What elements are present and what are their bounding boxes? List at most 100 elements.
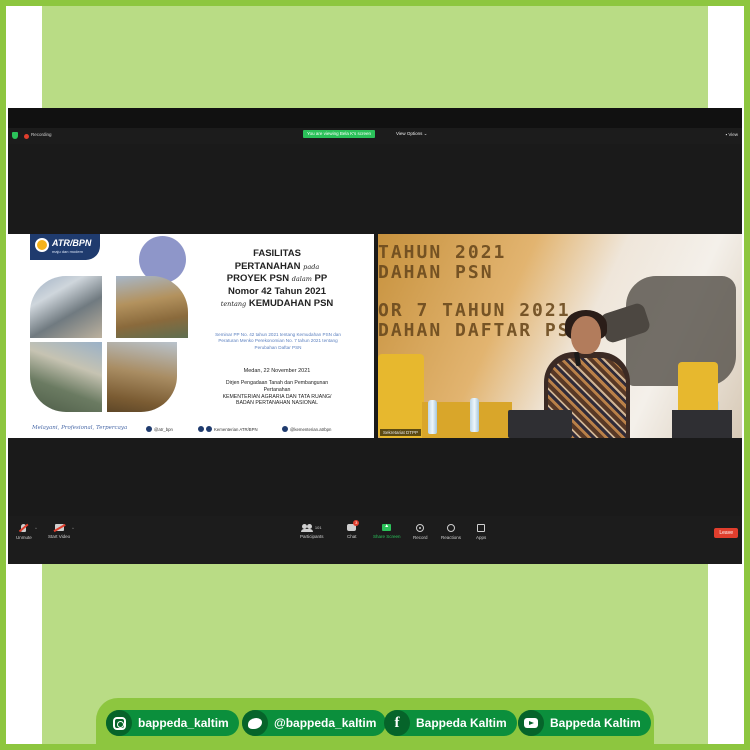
backdrop-text-3: OR 7 TAHUN 2021 [378, 300, 571, 321]
slide-social-facebook: Kementerian ATR/BPN [198, 426, 258, 432]
title-l2a: PERTANAHAN [234, 260, 301, 272]
recording-label: Recording [31, 132, 52, 137]
title-l2b: pada [303, 262, 320, 271]
twitter-icon-wrap [242, 710, 268, 736]
participants-icon-row: 101 [300, 524, 322, 532]
participants-button[interactable]: 101 Participants [300, 524, 324, 539]
backdrop-text-4: DAHAN DAFTAR PS [378, 320, 571, 341]
apps-label: Apps [476, 535, 487, 540]
youtube-icon [524, 718, 538, 728]
org-line-4: BADAN PERTANAHAN NASIONAL [236, 400, 318, 407]
instagram-link[interactable]: bappeda_kaltim [106, 710, 239, 736]
water-bottle [470, 398, 479, 432]
slide-date: Medan, 22 November 2021 [243, 368, 311, 374]
photo-construction [116, 276, 188, 338]
instagram-handle: bappeda_kaltim [138, 716, 229, 730]
org-line-3: KEMENTERIAN AGRARIA DAN TATA RUANG/ [222, 393, 332, 400]
speaker-video: TAHUN 2021 DAHAN PSN OR 7 TAHUN 2021 DAH… [378, 234, 742, 438]
title-l3c: PP [314, 273, 328, 284]
apps-button[interactable]: Apps [476, 524, 486, 540]
meeting-toolbar: Unmute ^ Start Video ^ 101 Participants … [8, 516, 742, 564]
share-screen-button[interactable]: Share Screen [373, 523, 401, 539]
speaker-face [571, 316, 601, 354]
logo-emblem-icon [35, 238, 49, 252]
view-options-button[interactable]: View Options ⌄ [392, 130, 431, 138]
slide-social-1: @atr_bpn [154, 426, 173, 432]
viewing-screen-banner: You are viewing Bela K's screen [303, 130, 375, 138]
title-l5b: KEMUDAHAN PSN [248, 298, 334, 309]
unmute-label: Unmute [16, 535, 32, 540]
logo-text: ATR/BPN [52, 238, 92, 248]
chat-button[interactable]: 3 Chat [347, 520, 360, 539]
laptop-right [672, 410, 732, 438]
twitter-link[interactable]: @bappeda_kaltim [242, 710, 387, 736]
title-line-5: tentang KEMUDAHAN PSN [190, 298, 364, 311]
slide-title: FASILITAS PERTANAHAN pada PROYEK PSN dal… [190, 248, 364, 311]
atr-bpn-logo: ATR/BPN maju dan modern [30, 234, 100, 260]
chat-icon: 3 [347, 520, 360, 531]
slide-social-instagram: @kementerian.atrbpn [282, 426, 331, 432]
zoom-top-band [8, 108, 742, 128]
chat-badge: 3 [353, 520, 360, 526]
share-screen-label: Share Screen [373, 534, 401, 539]
slide-social-twitter: @atr_bpn [146, 426, 173, 432]
title-l5a: tentang [220, 300, 247, 308]
chair-left [378, 354, 424, 438]
view-button[interactable]: ▪ View [725, 132, 738, 137]
start-video-label: Start Video [48, 534, 71, 539]
title-l3a: PROYEK PSN [226, 273, 290, 284]
apps-icon [477, 524, 486, 532]
slide-tagline: Melayani, Profesional, Terpercaya [32, 425, 128, 431]
facebook-icon-wrap: f [384, 710, 410, 736]
title-line-2: PERTANAHAN pada [190, 261, 364, 274]
org-line-1: Dirjen Pengadaan Tanah dan Pembangunan [225, 380, 329, 386]
recording-dot-icon [24, 134, 29, 139]
youtube-icon [206, 426, 212, 432]
youtube-handle: Bappeda Kaltim [550, 716, 641, 730]
facebook-icon: f [394, 714, 400, 731]
title-line-4: Nomor 42 Tahun 2021 [227, 285, 327, 297]
photo-railway [30, 276, 102, 338]
shared-slide: ATR/BPN maju dan modern FASILITAS PERTAN… [8, 234, 374, 438]
social-media-bar: bappeda_kaltim @bappeda_kaltim f Bappeda… [96, 698, 654, 750]
record-button[interactable]: Record [413, 524, 428, 540]
slide-social-2: Kementerian ATR/BPN [214, 426, 258, 432]
unmute-button[interactable]: Unmute [16, 524, 32, 540]
slide-subtitle: Seminar PP No. 42 tahun 2021 tentang Kem… [215, 332, 341, 350]
video-area: ATR/BPN maju dan modern FASILITAS PERTAN… [8, 144, 742, 516]
instagram-icon [112, 716, 126, 730]
record-icon [416, 524, 425, 532]
start-video-button[interactable]: Start Video [48, 524, 70, 539]
water-bottle [428, 400, 437, 434]
reactions-button[interactable]: Reactions [441, 524, 461, 540]
security-shield-icon[interactable] [12, 132, 18, 139]
twitter-handle: @bappeda_kaltim [274, 716, 377, 730]
photo-bridge [30, 342, 102, 412]
microphone-muted-icon [21, 524, 27, 532]
video-off-icon [54, 524, 64, 531]
facebook-link[interactable]: f Bappeda Kaltim [384, 710, 517, 736]
video-options-caret-icon[interactable]: ^ [72, 526, 74, 531]
slide-organization: Dirjen Pengadaan Tanah dan Pembangunan P… [190, 380, 364, 407]
laptop [508, 410, 572, 438]
participants-label: Participants [300, 534, 324, 539]
twitter-icon [248, 717, 262, 729]
chat-label: Chat [347, 534, 357, 539]
instagram-icon [282, 426, 288, 432]
reactions-label: Reactions [441, 535, 462, 540]
reactions-icon [447, 524, 455, 532]
audio-options-caret-icon[interactable]: ^ [35, 526, 37, 531]
backdrop-text-1: TAHUN 2021 [378, 242, 507, 263]
facebook-icon [198, 426, 204, 432]
photo-worksite [107, 342, 177, 412]
participant-name-tag: Sekretariat DTPP [380, 429, 422, 436]
title-line-1: FASILITAS [253, 248, 301, 259]
leave-button[interactable]: Leave [714, 528, 738, 538]
participants-icon [300, 524, 313, 532]
zoom-top-bar: Recording You are viewing Bela K's scree… [8, 128, 742, 144]
backdrop-text-2: DAHAN PSN [378, 262, 494, 283]
youtube-icon-wrap [518, 710, 544, 736]
twitter-icon [146, 426, 152, 432]
youtube-link[interactable]: Bappeda Kaltim [518, 710, 651, 736]
facebook-handle: Bappeda Kaltim [416, 716, 507, 730]
